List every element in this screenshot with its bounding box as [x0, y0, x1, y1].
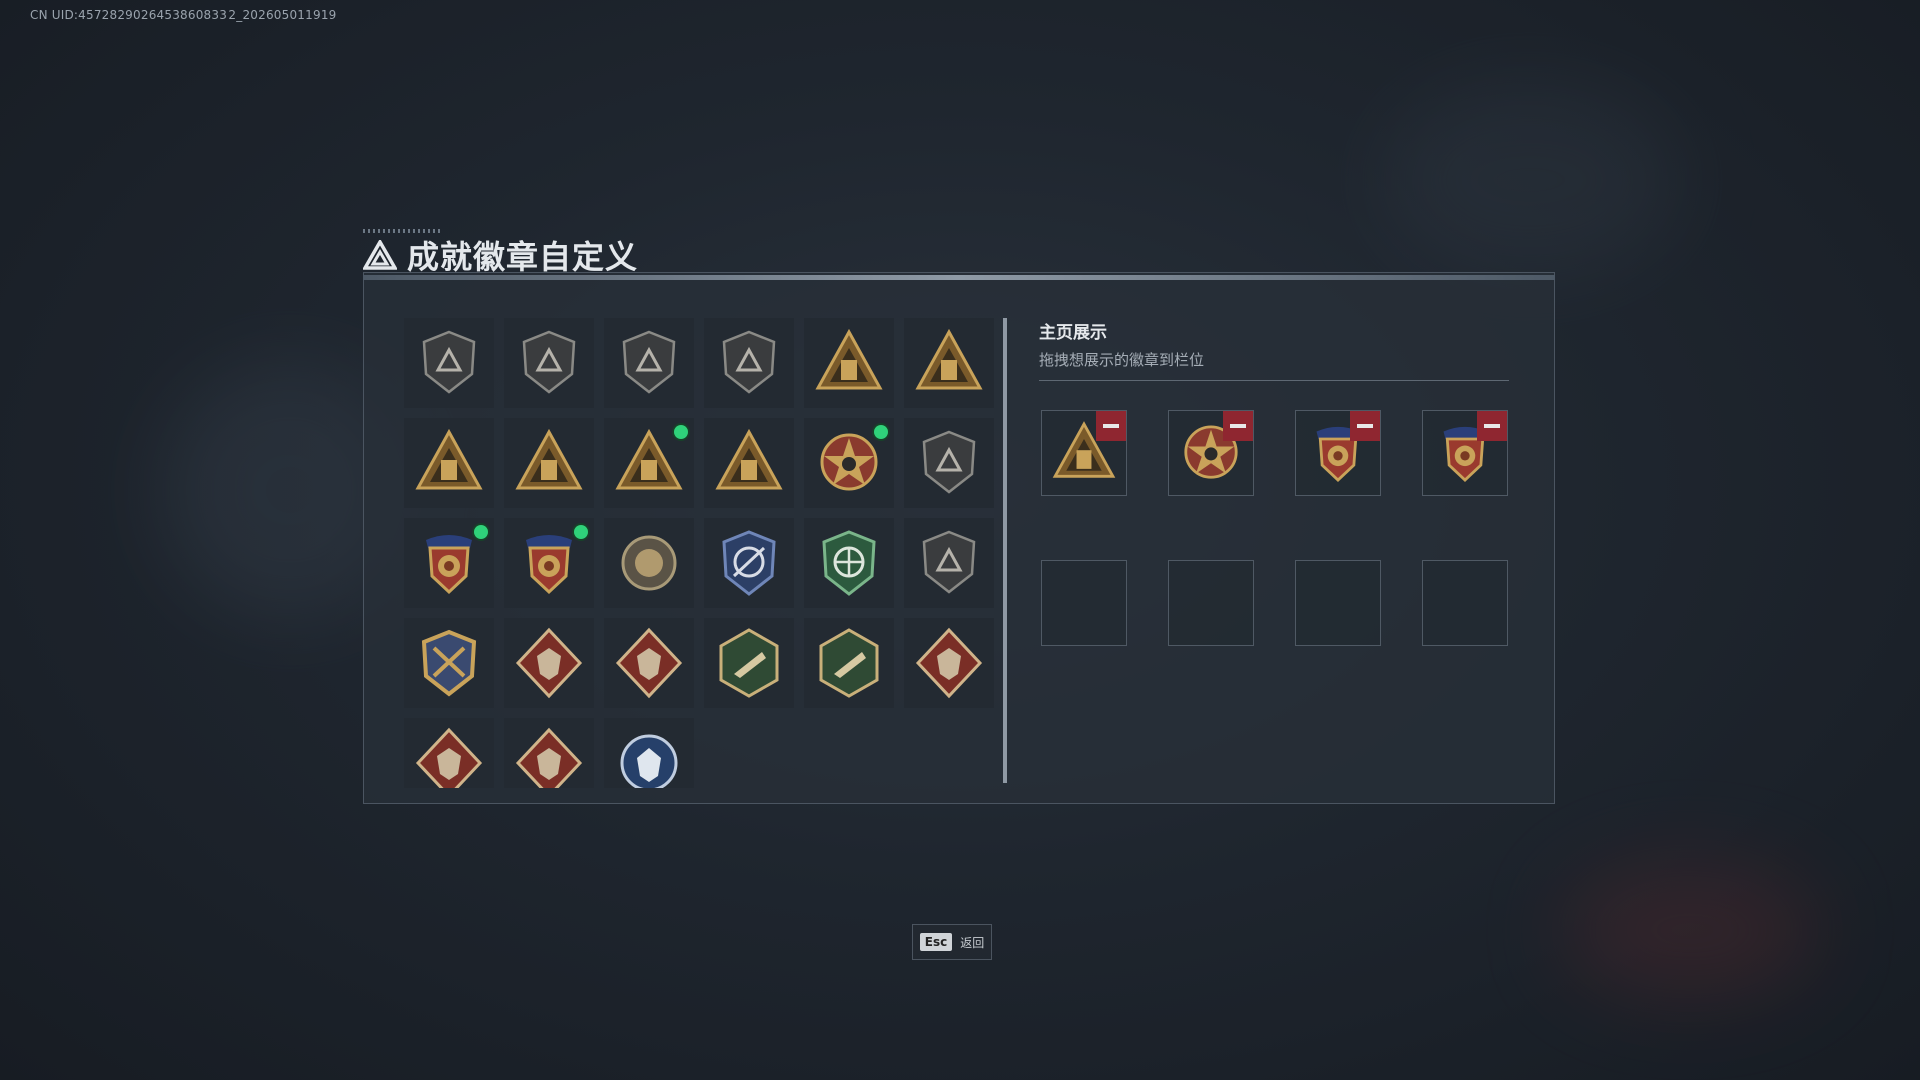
badge-item[interactable]: [604, 518, 694, 608]
badge-item[interactable]: [504, 518, 594, 608]
badge-item[interactable]: [604, 618, 694, 708]
background-blob: [1560, 860, 1820, 1000]
gold-sword-shield-badge-icon: [421, 629, 477, 697]
badge-item[interactable]: [504, 318, 594, 408]
remove-badge-button[interactable]: [1096, 411, 1126, 441]
badge-item[interactable]: [704, 518, 794, 608]
wolf-diamond-3-badge-icon: [515, 727, 583, 788]
badge-item[interactable]: [704, 618, 794, 708]
badge-item[interactable]: [704, 318, 794, 408]
wolf-diamond-badge-icon: [515, 627, 583, 699]
badge-item[interactable]: [804, 518, 894, 608]
remove-badge-button[interactable]: [1223, 411, 1253, 441]
dark-target-badge-icon: [922, 530, 976, 594]
showcase-slot-empty[interactable]: [1168, 560, 1254, 646]
badge-item[interactable]: [404, 618, 494, 708]
arrow-shield-badge-icon: [722, 330, 776, 394]
back-label: 返回: [960, 935, 985, 950]
badge-item[interactable]: [504, 618, 594, 708]
blue-wolf-round-badge-icon: [620, 734, 678, 788]
wolf-diamond-2-badge-icon: [615, 627, 683, 699]
showcase-divider: [1039, 380, 1509, 381]
badge-item[interactable]: [404, 718, 494, 788]
showcase-slot-filled[interactable]: [1168, 410, 1254, 496]
gold-triangle-34-badge-icon: [815, 328, 883, 390]
round-emblem-badge-icon: [621, 535, 677, 591]
triangle-shield-badge-icon: [422, 330, 476, 394]
showcase-subtitle: 拖拽想展示的徽章到栏位: [1039, 351, 1205, 369]
new-indicator-dot: [874, 425, 888, 439]
showcase-slot-empty[interactable]: [1422, 560, 1508, 646]
showcase-slot-filled[interactable]: [1041, 410, 1127, 496]
badge-item[interactable]: [904, 318, 994, 408]
showcase-slot-empty[interactable]: [1041, 560, 1127, 646]
panel-divider: [1003, 318, 1007, 783]
helicopter-shield-badge-icon: [522, 330, 576, 394]
badge-grid: [404, 318, 994, 788]
showcase-title: 主页展示: [1039, 323, 1107, 343]
badge-item[interactable]: [404, 518, 494, 608]
new-indicator-dot: [474, 525, 488, 539]
badge-panel: 主页展示 拖拽想展示的徽章到栏位: [363, 272, 1555, 804]
gold-triangle-crate-badge-icon: [415, 428, 483, 490]
badge-item[interactable]: [504, 418, 594, 508]
diamond-shield-badge-icon: [622, 330, 676, 394]
badge-item[interactable]: [804, 318, 894, 408]
badge-item[interactable]: [604, 718, 694, 788]
badge-item[interactable]: [404, 318, 494, 408]
green-hex-bird-badge-icon: [719, 628, 779, 698]
dark-crest-badge-icon: [922, 430, 976, 494]
new-indicator-dot: [574, 525, 588, 539]
dragon-diamond-2-badge-icon: [415, 727, 483, 788]
badge-item[interactable]: [604, 318, 694, 408]
showcase-slot-empty[interactable]: [1295, 560, 1381, 646]
badge-item[interactable]: [804, 618, 894, 708]
showcase-slots: [1041, 410, 1508, 646]
badge-item[interactable]: [904, 518, 994, 608]
blue-target-badge-icon: [722, 530, 776, 596]
gold-triangle-55-badge-icon: [915, 328, 983, 390]
new-indicator-dot: [674, 425, 688, 439]
esc-key-icon: Esc: [919, 933, 953, 951]
badge-item[interactable]: [704, 418, 794, 508]
showcase-slot-filled[interactable]: [1295, 410, 1381, 496]
background-blob: [1380, 80, 1680, 280]
showcase-section: 主页展示 拖拽想展示的徽章到栏位: [1039, 318, 1509, 646]
badge-item[interactable]: [504, 718, 594, 788]
badge-item[interactable]: [604, 418, 694, 508]
dragon-diamond-badge-icon: [915, 627, 983, 699]
remove-badge-button[interactable]: [1350, 411, 1380, 441]
badge-item[interactable]: [904, 618, 994, 708]
badge-item[interactable]: [404, 418, 494, 508]
green-hex-hand-badge-icon: [819, 628, 879, 698]
gold-triangle-soldiers-badge-icon: [715, 428, 783, 490]
green-target-badge-icon: [822, 530, 876, 596]
panel-top-border: [363, 275, 1555, 280]
gold-triangle-1-badge-icon: [515, 428, 583, 490]
badge-item[interactable]: [804, 418, 894, 508]
back-button[interactable]: Esc 返回: [912, 924, 992, 960]
remove-badge-button[interactable]: [1477, 411, 1507, 441]
showcase-slot-filled[interactable]: [1422, 410, 1508, 496]
delta-logo-icon: [363, 240, 397, 270]
badge-item[interactable]: [904, 418, 994, 508]
uid-label: CN UID:4572829026453860833 2_20260501191…: [30, 8, 337, 22]
